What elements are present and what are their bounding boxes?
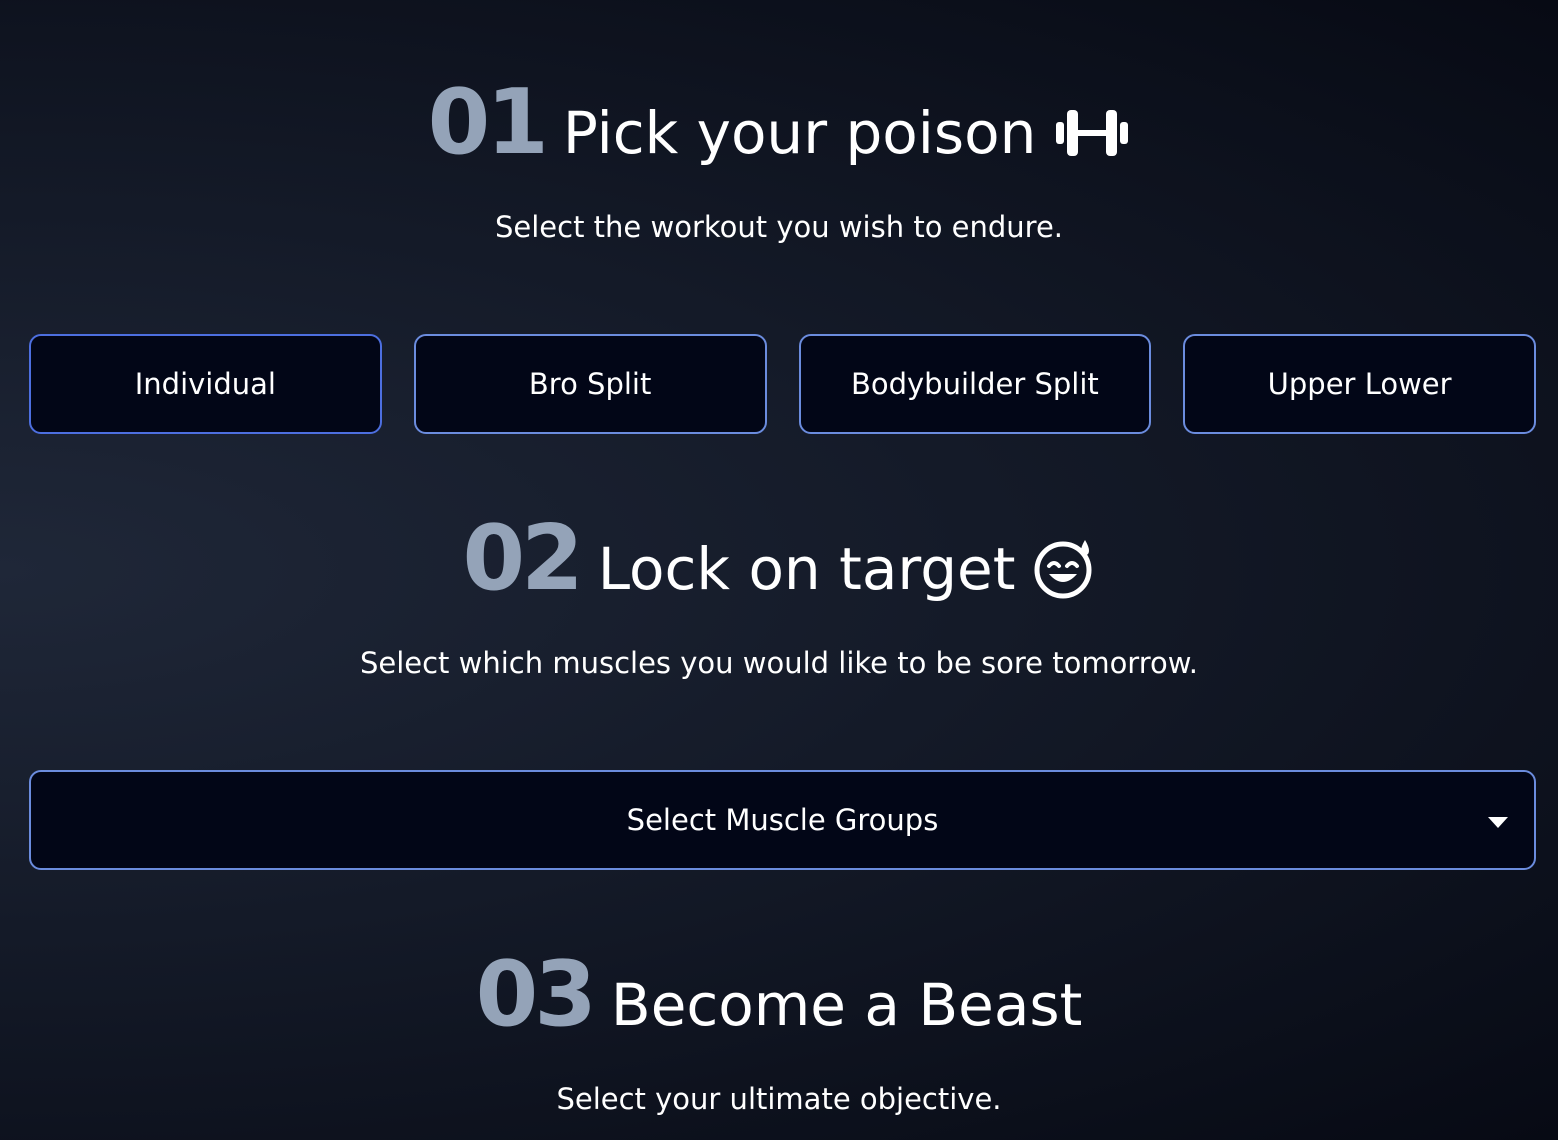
option-bro-split-button[interactable]: Bro Split xyxy=(413,334,767,434)
option-bodybuilder-split-button[interactable]: Bodybuilder Split xyxy=(798,334,1152,434)
option-upper-lower-button[interactable]: Upper Lower xyxy=(1183,334,1536,434)
step-3-heading: 03 Become a Beast xyxy=(0,950,1558,1040)
step-2-title: Lock on target xyxy=(597,535,1016,603)
muscle-groups-select[interactable]: Select Muscle Groups xyxy=(29,770,1536,870)
step-1-subtitle: Select the workout you wish to endure. xyxy=(494,210,1064,244)
step-2-heading-row: 02 Lock on target xyxy=(0,514,1558,604)
step-2-number: 02 xyxy=(462,506,584,611)
step-2-subtitle: Select which muscles you would like to b… xyxy=(359,646,1199,680)
step-3-subtitle-row: Select your ultimate objective. xyxy=(0,1082,1558,1116)
muscle-groups-select-label: Select Muscle Groups xyxy=(626,803,939,837)
smiling-face-with-sweat-icon xyxy=(1033,538,1095,600)
dumbbell-icon xyxy=(1054,106,1130,160)
step-2-heading: 02 Lock on target xyxy=(0,514,1558,604)
step-1-heading: 01 Pick your poison xyxy=(0,78,1558,168)
step-2-subtitle-row: Select which muscles you would like to b… xyxy=(0,646,1558,680)
step-1-subtitle-row: Select the workout you wish to endure. xyxy=(0,210,1558,244)
step-3-title-wrap: Become a Beast xyxy=(611,976,1082,1034)
option-individual-button[interactable]: Individual xyxy=(29,334,382,434)
caret-down-icon xyxy=(1488,817,1508,828)
step-1-number: 01 xyxy=(427,70,549,175)
step-1-title-wrap: Pick your poison xyxy=(563,104,1130,162)
workout-options: Individual Bro Split Bodybuilder Split U… xyxy=(29,334,1536,434)
step-3-number: 03 xyxy=(475,942,597,1047)
step-1-title: Pick your poison xyxy=(562,99,1037,167)
step-3-heading-row: 03 Become a Beast xyxy=(0,950,1558,1040)
step-2-title-wrap: Lock on target xyxy=(598,538,1096,600)
step-3-subtitle: Select your ultimate objective. xyxy=(556,1082,1002,1116)
step-1-heading-row: 01 Pick your poison xyxy=(0,78,1558,168)
step-3-title: Become a Beast xyxy=(610,971,1083,1039)
